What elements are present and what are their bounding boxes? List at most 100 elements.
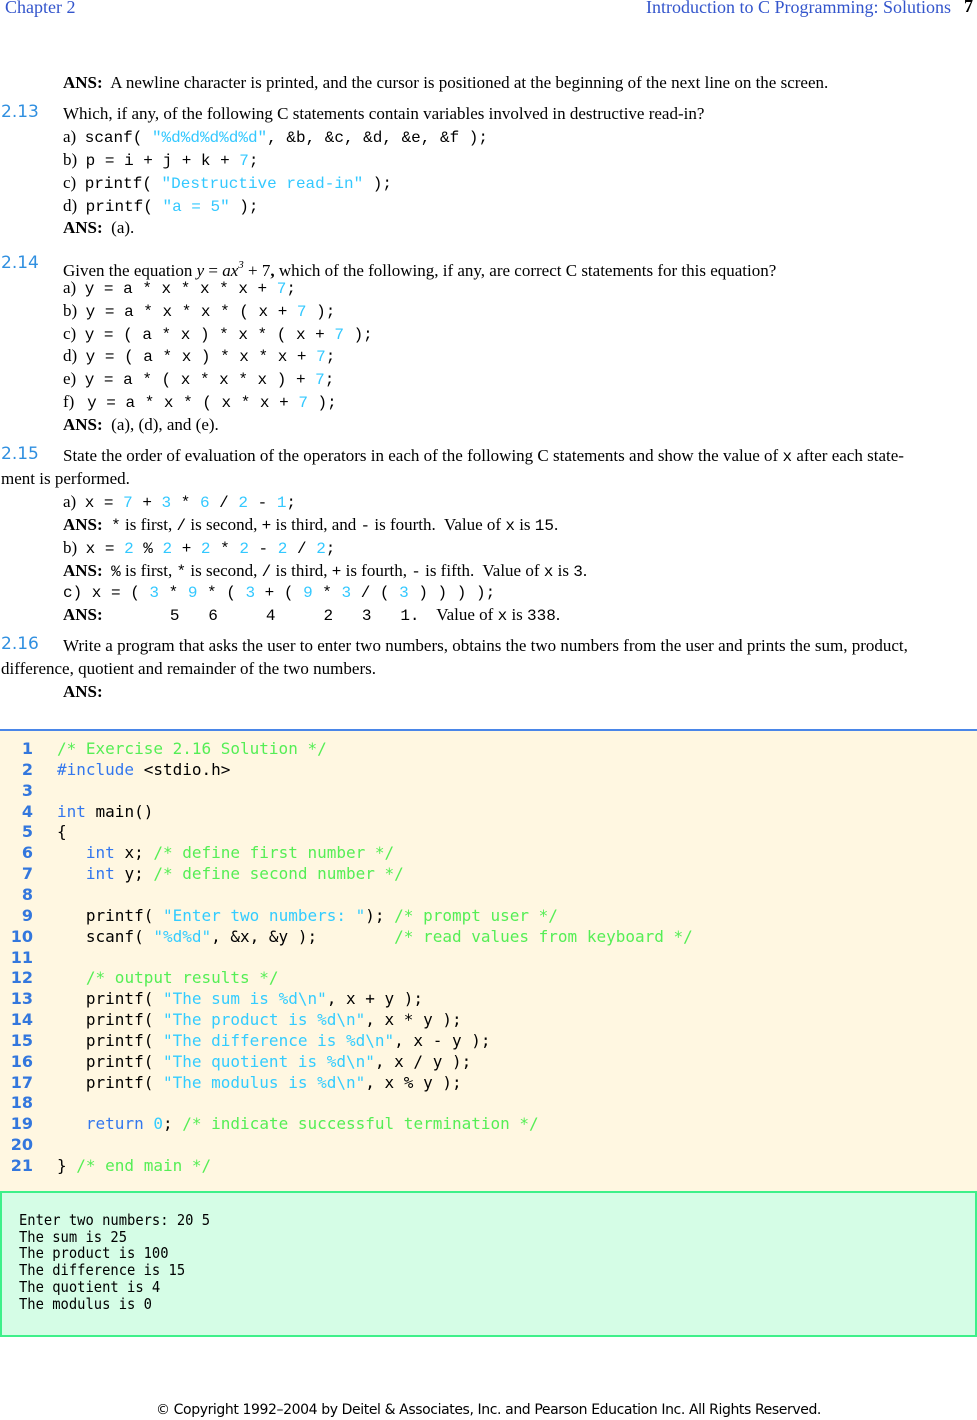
code-fragment: x	[505, 517, 515, 535]
code-literal: "Enter two numbers: "	[162, 905, 366, 925]
code-fragment: scanf(	[84, 129, 152, 147]
text-fragment: .	[555, 605, 561, 624]
code-fragment: ) ) ) );	[408, 584, 496, 602]
code-fragment: *	[159, 584, 188, 602]
code-fragment: , &b, &c, &d, &e, &f );	[267, 129, 488, 147]
ans-label: ANS:	[63, 218, 103, 237]
code-fragment: 7	[123, 494, 133, 512]
line-cont: ment is performed.	[1, 469, 130, 489]
text-fragment: f)	[63, 392, 88, 411]
line-opt: d) printf( "a = 5" );	[63, 196, 259, 217]
line-number: 9	[21, 905, 33, 925]
code-fragment: %	[111, 563, 121, 581]
line-q: State the order of evaluation of the ope…	[63, 446, 904, 467]
ans-label: ANS:	[63, 515, 103, 534]
code-literal: 0	[153, 1114, 163, 1134]
text-fragment: b)	[63, 150, 86, 169]
line-opt: d) y = ( a * x ) * x * x + 7;	[63, 346, 335, 367]
copyright-footer: © Copyright 1992–2004 by Deitel & Associ…	[156, 1402, 821, 1418]
code-fragment: 3	[399, 584, 409, 602]
text-fragment: is fifth. Value of	[420, 561, 544, 580]
code-fragment: 9	[303, 584, 313, 602]
code-comment: /* define second number */	[153, 864, 404, 884]
code-text: );	[365, 905, 395, 925]
code-line: 18	[0, 1093, 57, 1113]
code-fragment: -	[360, 517, 371, 535]
code-fragment: "Destructive read-in"	[161, 175, 364, 193]
line-number: 2	[21, 759, 33, 779]
code-fragment: 6	[199, 494, 210, 512]
code-fragment: );	[363, 175, 392, 193]
text-fragment: d)	[63, 196, 86, 215]
output-line: The quotient is 4	[19, 1277, 161, 1296]
line-cont: difference, quotient and remainder of th…	[1, 659, 376, 679]
text-fragment: a)	[63, 492, 85, 511]
text-fragment: ment is performed.	[1, 469, 130, 488]
ans-label: ANS:	[63, 415, 103, 434]
code-fragment: 5 6 4 2 3 1.	[102, 607, 420, 625]
code-line: 7 int y; /* define second number */	[0, 864, 404, 884]
code-text: scanf(	[57, 926, 154, 946]
line-ans: ANS:	[63, 682, 103, 702]
code-text: , x / y );	[374, 1051, 472, 1071]
line-number: 15	[10, 1030, 33, 1050]
text-fragment	[103, 561, 112, 580]
line-ans: ANS: (a).	[63, 218, 134, 238]
text-fragment: Value of	[419, 605, 498, 624]
code-fragment: / (	[351, 584, 400, 602]
code-fragment: ;	[325, 540, 336, 558]
code-line: 13 printf( "The sum is %d\n", x + y );	[0, 989, 423, 1009]
text-fragment: Write a program that asks the user to en…	[63, 636, 908, 655]
text-fragment: (a), (d), and (e).	[102, 415, 219, 434]
line-number: 17	[10, 1072, 33, 1092]
code-line: 19 return 0; /* indicate successful term…	[0, 1114, 539, 1134]
code-fragment: %	[133, 540, 163, 558]
line-number: 19	[10, 1114, 33, 1134]
code-line: 8	[0, 885, 57, 905]
code-fragment: 2	[239, 540, 249, 558]
code-comment: /* end main */	[76, 1156, 212, 1175]
book-title: Introduction to C Programming: Solutions	[646, 0, 951, 17]
code-fragment: 7	[298, 394, 308, 412]
line-opt: b) p = i + j + k + 7;	[63, 150, 259, 171]
text-fragment: c)	[63, 173, 85, 192]
text-fragment: is fourth,	[341, 561, 412, 580]
chapter-label: Chapter 2	[5, 0, 76, 17]
line-number: 5	[21, 822, 33, 842]
line-opt: b) x = 2 % 2 + 2 * 2 - 2 / 2;	[63, 538, 335, 559]
code-comment: /* define first number */	[153, 843, 395, 863]
text-fragment: is second,	[186, 515, 262, 534]
text-fragment: difference, quotient and remainder of th…	[1, 659, 376, 678]
code-line: 21} /* end main */	[0, 1156, 211, 1176]
code-fragment: x	[497, 607, 508, 625]
line-opt: b) y = a * x * x * ( x + 7 );	[63, 301, 335, 322]
line-ans: ANS: * is first, / is second, + is third…	[63, 515, 558, 536]
line-ans: ANS: 5 6 4 2 3 1. Value of x is 338.	[63, 605, 560, 626]
exercise-number: 2.13	[1, 102, 39, 122]
code-listing: 1 /* Exercise 2.16 Solution */ 2 #include <…	[0, 729, 977, 1193]
code-text: main()	[85, 801, 154, 821]
code-fragment: 2	[200, 540, 211, 558]
code-fragment: +	[132, 494, 162, 512]
line-number: 12	[10, 968, 33, 988]
code-fragment: x =	[84, 494, 124, 512]
code-line: 6 int x; /* define first number */	[0, 843, 394, 863]
code-text: printf(	[57, 1051, 163, 1071]
code-fragment: 9	[187, 584, 198, 602]
line-number: 14	[10, 1010, 33, 1030]
line-q: Write a program that asks the user to en…	[63, 636, 908, 656]
code-fragment: *	[176, 563, 187, 581]
code-text: printf(	[57, 1010, 163, 1030]
code-fragment: -	[411, 563, 421, 581]
line-opt: a) scanf( "%d%d%d%d%d", &b, &c, &d, &e, …	[63, 127, 488, 148]
code-line: 9 printf( "Enter two numbers: "); /* pro…	[0, 906, 558, 926]
code-fragment: x =	[85, 540, 125, 558]
line-number: 8	[21, 884, 33, 904]
code-fragment: y = a * x * x * ( x +	[85, 303, 297, 321]
text-fragment: A newline character is printed, and the …	[102, 73, 829, 92]
code-fragment: 3	[149, 584, 160, 602]
code-line: 12 /* output results */	[0, 968, 279, 988]
text-fragment: is second,	[186, 561, 262, 580]
